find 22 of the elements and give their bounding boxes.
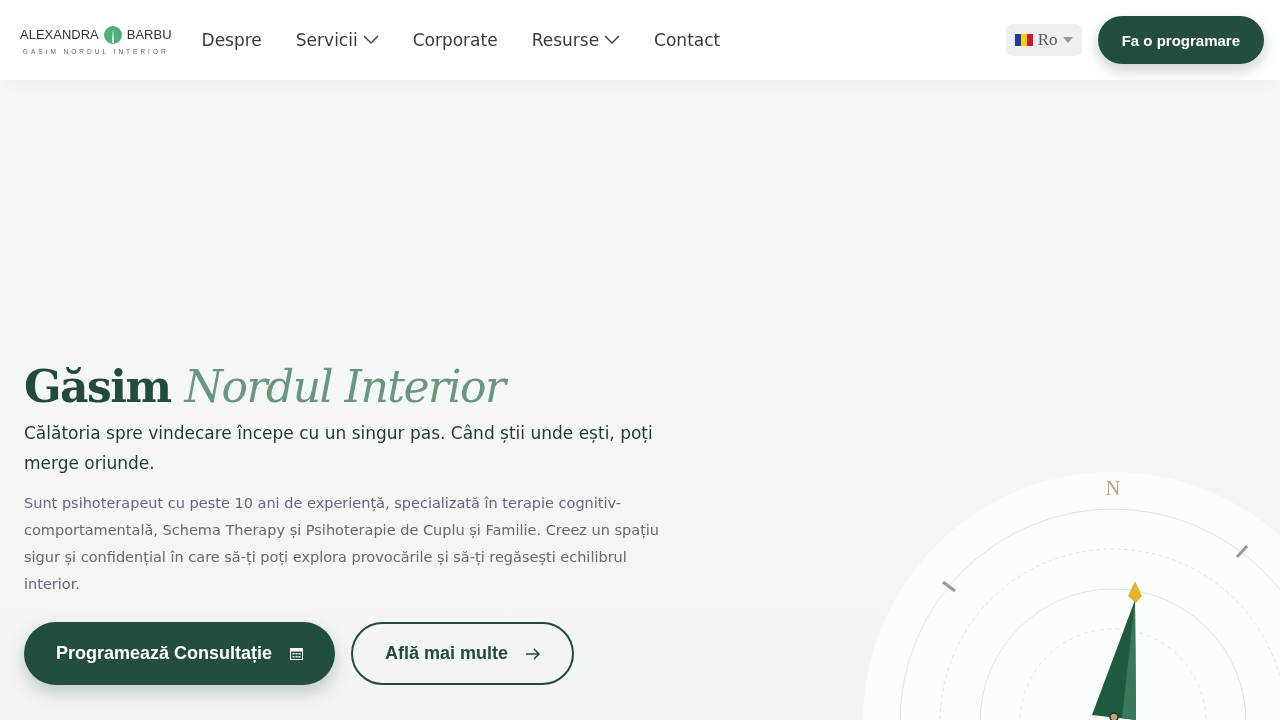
caret-down-icon <box>1062 37 1073 43</box>
nav-link[interactable]: Corporate <box>412 30 498 50</box>
hero-title: Găsim Nordul Interior <box>24 361 704 412</box>
logo-name: BARBU <box>126 27 172 42</box>
language-selector[interactable]: Ro <box>1005 24 1082 56</box>
nav-link[interactable]: Despre <box>201 30 262 50</box>
hero-subtitle: Călătoria spre vindecare începe cu un singur pas. Când știi unde ești, poți merge oriunde. <box>24 422 654 475</box>
calendar-icon <box>290 647 304 660</box>
nav-link[interactable]: Resurse <box>531 30 621 50</box>
north-label: N <box>1105 477 1121 499</box>
nav-link[interactable]: Contact <box>654 30 721 50</box>
consultation-button[interactable]: Programează Consultație <box>24 622 336 685</box>
tick-mark <box>942 580 956 593</box>
flag-icon <box>1014 34 1033 46</box>
logo-name: ALEXANDRA <box>20 27 99 42</box>
arrow-right-icon <box>526 647 541 660</box>
tick-mark <box>1235 545 1249 558</box>
nav-link[interactable]: Servicii <box>295 30 379 50</box>
appointment-button[interactable]: Fa o programare <box>1097 16 1264 64</box>
learn-more-button[interactable]: Află mai multe <box>351 622 575 685</box>
leaf-logo-icon <box>103 25 122 44</box>
hero-description: Sunt psihoterapeut cu peste 10 ani de experiență, specializată în terapie cognitiv-comportamentală, Schema Therapy și Psihoterapie de Cuplu și Familie. Creez un spațiu sigur și confidențial în care să-ți poți explora provocările și să-ți regăsești echilibrul interior. <box>24 494 661 594</box>
